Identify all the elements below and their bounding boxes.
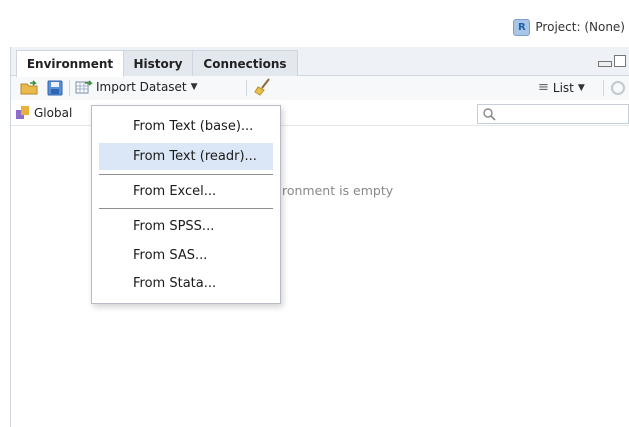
- window-controls: [598, 55, 626, 67]
- chevron-down-icon: ▼: [190, 82, 198, 92]
- refresh-button[interactable]: [610, 80, 626, 96]
- tab-history-label: History: [133, 56, 183, 71]
- import-dataset-label: Import Dataset: [96, 80, 187, 94]
- chevron-down-icon: ▼: [577, 82, 585, 93]
- clear-workspace-button[interactable]: [254, 78, 272, 96]
- view-mode-dropdown[interactable]: ≡ List ▼: [538, 80, 585, 95]
- toolbar-separator: [69, 80, 70, 96]
- refresh-icon: [611, 81, 625, 95]
- empty-environment-message: ronment is empty: [282, 183, 394, 198]
- menu-item-from-text-readr[interactable]: From Text (readr)...: [99, 143, 273, 170]
- view-mode-label: List: [552, 80, 574, 95]
- menu-item-from-excel[interactable]: From Excel...: [99, 178, 273, 205]
- load-workspace-button[interactable]: [20, 80, 40, 96]
- global-env-icon: [16, 106, 29, 119]
- maximize-pane-button[interactable]: [614, 55, 626, 67]
- scope-label: Global: [34, 105, 73, 120]
- import-dataset-button[interactable]: Import Dataset ▼: [75, 79, 198, 95]
- menu-separator: [99, 208, 273, 209]
- list-lines-icon: ≡: [538, 80, 549, 95]
- minimize-pane-button[interactable]: [598, 61, 612, 67]
- menu-item-from-sas[interactable]: From SAS...: [99, 242, 273, 269]
- menu-item-label: From Excel...: [133, 184, 217, 199]
- menu-item-label: From Stata...: [133, 276, 217, 291]
- top-bar: R Project: (None): [0, 0, 629, 40]
- tab-environment[interactable]: Environment: [16, 50, 124, 77]
- toolbar-separator: [246, 80, 247, 96]
- environment-toolbar: Import Dataset ▼ ≡ List ▼: [11, 76, 629, 100]
- menu-item-label: From Text (base)...: [133, 119, 254, 134]
- menu-item-from-stata[interactable]: From Stata...: [99, 270, 273, 297]
- menu-item-label: From SAS...: [133, 248, 208, 263]
- r-project-icon: R: [513, 18, 531, 36]
- broom-icon: [254, 78, 270, 96]
- search-icon: [483, 108, 496, 121]
- menu-item-label: From Text (readr)...: [133, 149, 257, 164]
- open-folder-icon: [20, 80, 38, 95]
- save-icon: [47, 80, 63, 96]
- menu-separator: [99, 174, 273, 175]
- menu-item-from-spss[interactable]: From SPSS...: [99, 213, 273, 240]
- menu-item-from-text-base[interactable]: From Text (base)...: [99, 113, 273, 140]
- tab-connections-label: Connections: [203, 56, 287, 71]
- tab-connections[interactable]: Connections: [192, 50, 298, 76]
- tab-environment-label: Environment: [26, 57, 114, 71]
- project-label: Project: (None): [535, 20, 625, 34]
- tab-history[interactable]: History: [122, 50, 194, 76]
- import-dataset-menu: From Text (base)... From Text (readr)...…: [91, 105, 281, 304]
- import-table-icon: [75, 80, 93, 94]
- environment-scope-dropdown[interactable]: Global: [15, 105, 72, 120]
- pane-tabbar: Environment History Connections: [11, 47, 629, 77]
- toolbar-separator: [603, 80, 604, 96]
- project-menu[interactable]: R Project: (None): [513, 17, 625, 37]
- save-workspace-button[interactable]: [47, 80, 63, 96]
- menu-item-label: From SPSS...: [133, 219, 215, 234]
- search-field[interactable]: [477, 104, 629, 124]
